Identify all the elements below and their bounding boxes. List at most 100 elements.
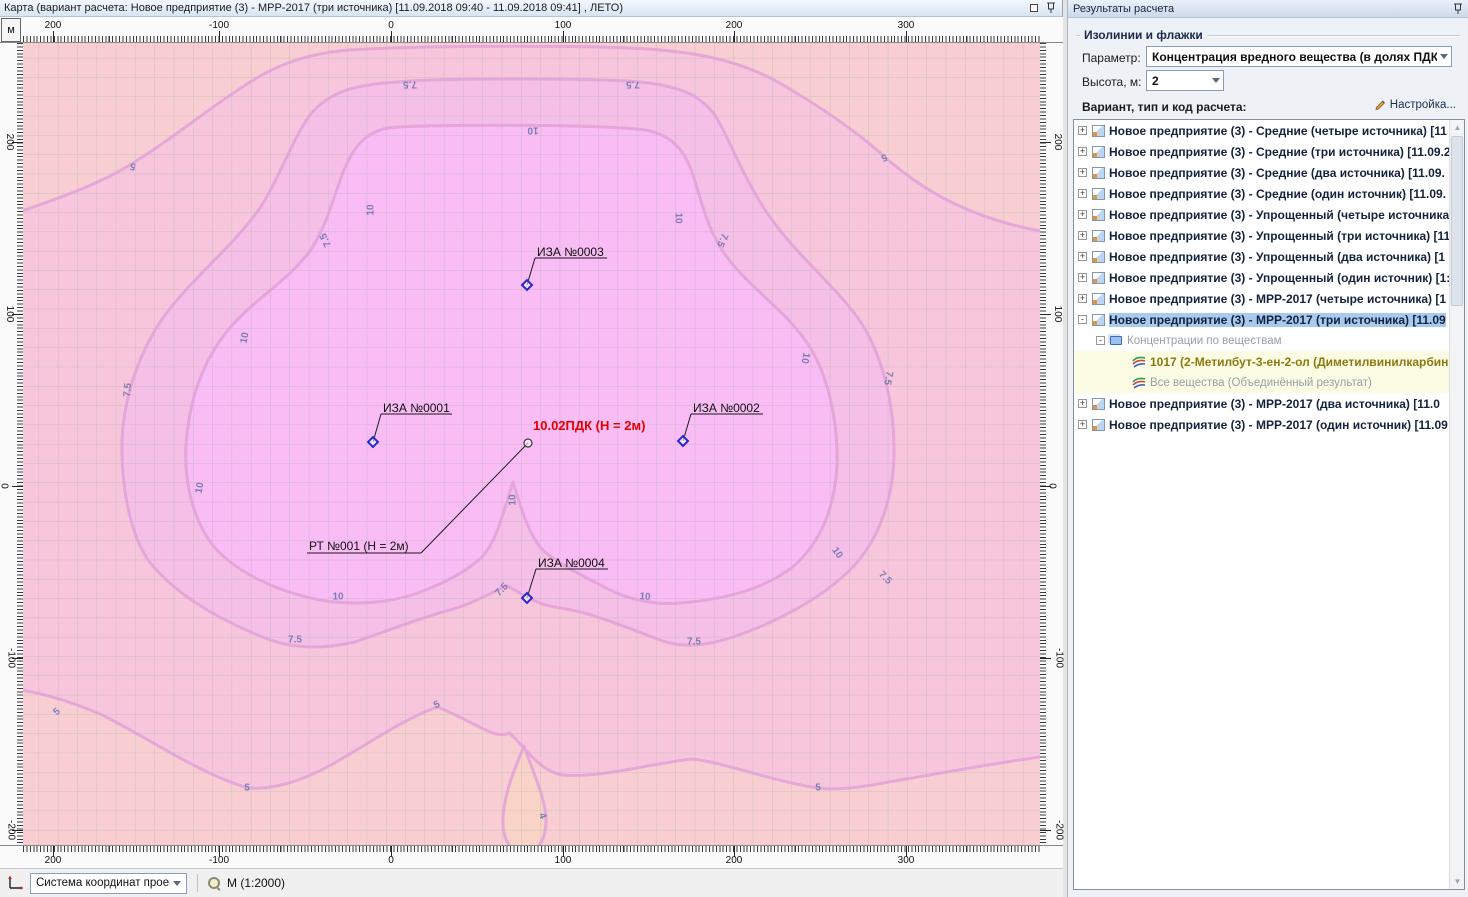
pin-panel-icon[interactable] bbox=[1453, 3, 1463, 15]
tree-expand-toggle[interactable]: + bbox=[1078, 273, 1087, 282]
tree-expand-toggle[interactable]: + bbox=[1078, 399, 1087, 408]
ruler-top: м 200 -100 0 100 200 300 bbox=[0, 17, 1063, 43]
contour-value-label: 7.5 bbox=[121, 382, 135, 398]
variant-icon bbox=[1092, 418, 1105, 431]
scroll-up-arrow[interactable]: ▲ bbox=[1450, 120, 1464, 135]
scrollbar-thumb[interactable] bbox=[1451, 136, 1463, 306]
tree-item[interactable]: + Новое предприятие (3) - Средние (три ис… bbox=[1074, 141, 1464, 162]
tree-item-label: Новое предприятие (3) - МРР-2017 (четыре… bbox=[1109, 291, 1447, 306]
map-title: Карта (вариант расчета: Новое предприяти… bbox=[4, 2, 623, 14]
contour-value-label: 7.5 bbox=[288, 634, 302, 646]
pencil-icon bbox=[1375, 100, 1385, 111]
tree-item[interactable]: + Новое предприятие (3) - Упрощенный (два… bbox=[1074, 246, 1464, 267]
tree-item[interactable]: - Концентрации по веществам bbox=[1074, 330, 1464, 351]
settings-link[interactable]: Настройка... bbox=[1374, 99, 1456, 111]
tree-item[interactable]: + Новое предприятие (3) - МРР-2017 (два и… bbox=[1074, 393, 1464, 414]
wave-icon bbox=[1132, 356, 1146, 368]
tree-expand-toggle[interactable]: + bbox=[1078, 252, 1087, 261]
results-panel-title: Результаты расчета bbox=[1073, 2, 1175, 15]
map-scale-label: М (1:2000) bbox=[227, 876, 286, 890]
variant-icon bbox=[1092, 271, 1105, 284]
tree-item[interactable]: + Новое предприятие (3) - МРР-2017 (четыр… bbox=[1074, 288, 1464, 309]
tree-scrollbar[interactable]: ▲ ▼ bbox=[1449, 120, 1464, 889]
coordinate-system-select[interactable]: Система координат проекта bbox=[30, 872, 187, 894]
coordinate-system-value: Система координат проекта bbox=[36, 877, 170, 889]
contour-value-label: 10 bbox=[365, 204, 377, 216]
ruler-label: 200 bbox=[44, 20, 62, 31]
tree-item[interactable]: - Новое предприятие (3) - МРР-2017 (три и… bbox=[1074, 309, 1464, 330]
ruler-right: 200 100 0 -100 -200 bbox=[1040, 43, 1065, 845]
variant-icon bbox=[1092, 313, 1105, 326]
tree-item[interactable]: + Новое предприятие (3) - Средние (два ис… bbox=[1074, 162, 1464, 183]
receptor-label[interactable]: РТ №001 (Н = 2м) bbox=[309, 539, 409, 553]
results-panel: Результаты расчета Изолинии и флажки Пар… bbox=[1067, 0, 1468, 897]
chevron-down-icon bbox=[1212, 78, 1220, 83]
variants-list-label: Вариант, тип и код расчета: bbox=[1082, 100, 1247, 114]
source-label[interactable]: ИЗА №0002 bbox=[693, 401, 760, 415]
tree-item-label: Новое предприятие (3) - МРР-2017 (три ис… bbox=[1109, 312, 1446, 327]
variants-tree: + Новое предприятие (3) - Средние (четыре… bbox=[1073, 119, 1465, 890]
ruler-label: -100 bbox=[208, 20, 230, 31]
contour-value-label: 10 bbox=[332, 591, 344, 603]
tree-item-label: Все вещества (Объединённый результат) bbox=[1150, 376, 1372, 389]
application-window: Карта (вариант расчета: Новое предприяти… bbox=[0, 0, 1468, 897]
height-label: Высота, м: bbox=[1082, 75, 1142, 89]
ruler-bottom: 200 -100 0 100 200 300 bbox=[0, 845, 1063, 868]
parameter-select[interactable]: Концентрация вредного вещества (в долях … bbox=[1146, 46, 1452, 67]
tree-expand-toggle[interactable]: - bbox=[1096, 336, 1105, 345]
map-canvas[interactable]: 5 7.5 7.5 10 5 10 10 7.5 7.5 10 10 7.5 7.5 10 10 10 7.5 1… bbox=[23, 43, 1040, 845]
tree-item[interactable]: 1017 (2-Метилбут-3-ен-2-ол (Диметилвинил… bbox=[1074, 351, 1464, 372]
tree-expand-toggle[interactable]: - bbox=[1078, 315, 1087, 324]
tree-expand-toggle[interactable]: + bbox=[1078, 168, 1087, 177]
parameter-label: Параметр: bbox=[1082, 51, 1141, 65]
tree-item[interactable]: + Новое предприятие (3) - МРР-2017 (один … bbox=[1074, 414, 1464, 435]
contour-value-label: 10 bbox=[193, 481, 207, 495]
coordinate-system-icon bbox=[8, 875, 24, 890]
tree-expand-toggle[interactable]: + bbox=[1078, 147, 1087, 156]
max-value-label[interactable]: 10.02ПДК (Н = 2м) bbox=[533, 418, 645, 433]
tree-item-label: Новое предприятие (3) - Средние (четыре … bbox=[1109, 123, 1447, 138]
tree-expand-toggle[interactable]: + bbox=[1078, 189, 1087, 198]
isoline-map bbox=[23, 43, 1040, 845]
tree-item[interactable]: + Новое предприятие (3) - Упрощенный (оди… bbox=[1074, 267, 1464, 288]
tree-expand-toggle[interactable]: + bbox=[1078, 294, 1087, 303]
tree-item[interactable]: + Новое предприятие (3) - Упрощенный (чет… bbox=[1074, 204, 1464, 225]
tree-item-label: Концентрации по веществам bbox=[1127, 334, 1282, 347]
variant-icon bbox=[1092, 124, 1105, 137]
chevron-down-icon bbox=[173, 880, 181, 886]
tree-expand-toggle[interactable]: + bbox=[1078, 210, 1087, 219]
tree-item-label: Новое предприятие (3) - Упрощенный (три … bbox=[1109, 228, 1451, 243]
pin-window-icon[interactable] bbox=[1044, 2, 1058, 15]
tree-expand-toggle[interactable]: + bbox=[1078, 126, 1087, 135]
ruler-label: 100 bbox=[1051, 305, 1063, 323]
tree-item[interactable]: + Новое предприятие (3) - Средние (один и… bbox=[1074, 183, 1464, 204]
tree-expand-toggle[interactable]: + bbox=[1078, 231, 1087, 240]
ruler-label: 200 bbox=[1051, 133, 1063, 151]
tree-expand-toggle[interactable]: + bbox=[1078, 420, 1087, 429]
contour-value-label: 5 bbox=[815, 782, 821, 794]
tree-item[interactable]: + Новое предприятие (3) - Упрощенный (три… bbox=[1074, 225, 1464, 246]
scale-zoom-icon bbox=[208, 876, 221, 890]
height-value: 2 bbox=[1152, 73, 1159, 88]
ruler-label: -100 bbox=[1053, 647, 1065, 669]
map-titlebar[interactable]: Карта (вариант расчета: Новое предприяти… bbox=[0, 0, 1062, 17]
tree-item-label: Новое предприятие (3) - МРР-2017 (один и… bbox=[1109, 417, 1448, 432]
source-label[interactable]: ИЗА №0003 bbox=[537, 245, 604, 259]
source-label[interactable]: ИЗА №0004 bbox=[538, 556, 605, 570]
height-select[interactable]: 2 bbox=[1146, 70, 1224, 91]
wave-icon bbox=[1132, 377, 1146, 389]
variant-icon bbox=[1092, 166, 1105, 179]
contour-value-label: 10 bbox=[527, 124, 539, 136]
tree-item[interactable]: + Новое предприятие (3) - Средние (четыре… bbox=[1074, 120, 1464, 141]
results-panel-header[interactable]: Результаты расчета bbox=[1068, 0, 1468, 18]
float-window-button[interactable] bbox=[1027, 2, 1041, 15]
tree-item[interactable]: Все вещества (Объединённый результат) bbox=[1074, 372, 1464, 393]
source-label[interactable]: ИЗА №0001 bbox=[383, 401, 450, 415]
ruler-label: 200 bbox=[725, 20, 743, 31]
variant-icon bbox=[1092, 208, 1105, 221]
tree-item-label: Новое предприятие (3) - МРР-2017 (два ис… bbox=[1109, 396, 1440, 411]
variant-icon bbox=[1092, 292, 1105, 305]
ruler-label: 300 bbox=[897, 20, 915, 31]
scroll-down-arrow[interactable]: ▼ bbox=[1450, 874, 1464, 889]
isolines-group-label: Изолинии и флажки bbox=[1080, 28, 1207, 42]
